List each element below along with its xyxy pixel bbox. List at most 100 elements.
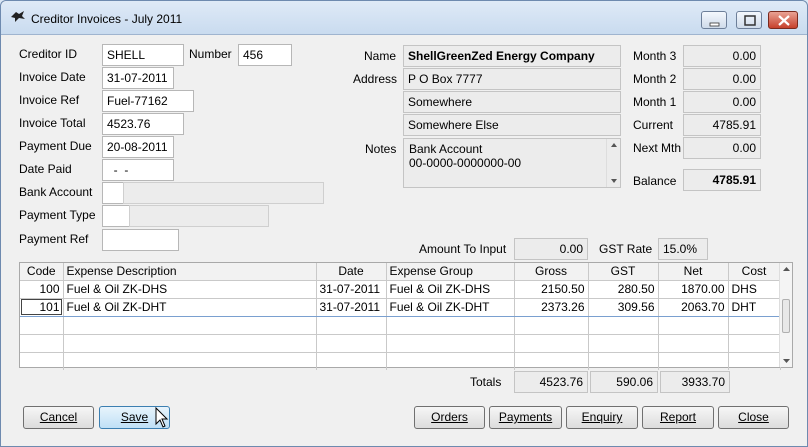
notes-line2: 00-0000-0000000-00 bbox=[409, 156, 522, 170]
payment-ref-label: Payment Ref bbox=[19, 232, 89, 246]
creditor-name-field: ShellGreenZed Energy Company bbox=[403, 45, 621, 67]
cell-date[interactable]: 31-07-2011 bbox=[316, 280, 387, 299]
col-header-code[interactable]: Code bbox=[20, 263, 64, 281]
cell-code[interactable]: 100 bbox=[20, 280, 64, 299]
cell-cost[interactable]: DHS bbox=[728, 280, 781, 299]
invoice-total-field[interactable]: 4523.76 bbox=[102, 113, 184, 135]
scroll-up-icon[interactable] bbox=[783, 267, 790, 271]
expense-grid[interactable]: Code Expense Description Date Expense Gr… bbox=[19, 262, 793, 370]
cell-group[interactable]: Fuel & Oil ZK-DHT bbox=[386, 297, 515, 317]
maximize-button[interactable] bbox=[736, 11, 762, 29]
cell-code[interactable]: 101 bbox=[20, 297, 64, 317]
payments-button[interactable]: Payments bbox=[489, 406, 562, 429]
cell-gst[interactable]: 309.56 bbox=[588, 297, 659, 317]
notes-field[interactable]: Bank Account 00-0000-0000000-00 bbox=[403, 138, 621, 188]
total-gst-value: 590.06 bbox=[590, 371, 658, 393]
cell-net[interactable]: 2063.70 bbox=[658, 297, 729, 317]
enquiry-button-label: Enquiry bbox=[581, 410, 623, 424]
bank-account-code-field[interactable] bbox=[102, 182, 124, 204]
cell-net[interactable]: 1870.00 bbox=[658, 280, 729, 299]
scroll-thumb[interactable] bbox=[782, 299, 790, 333]
cell-group[interactable]: Fuel & Oil ZK-DHS bbox=[386, 280, 515, 299]
scroll-down-icon[interactable] bbox=[783, 359, 790, 363]
cell-gross[interactable]: 2150.50 bbox=[514, 280, 589, 299]
orders-button[interactable]: Orders bbox=[414, 406, 485, 429]
bank-account-label: Bank Account bbox=[19, 185, 93, 199]
name-label: Name bbox=[364, 49, 397, 63]
close-button[interactable]: Close bbox=[718, 406, 789, 429]
save-button-label: Save bbox=[120, 410, 149, 424]
cell-description[interactable]: Fuel & Oil ZK-DHT bbox=[63, 297, 317, 317]
expense-table: Code Expense Description Date Expense Gr… bbox=[20, 263, 781, 370]
minimize-icon bbox=[709, 22, 720, 27]
month2-label: Month 2 bbox=[633, 72, 677, 86]
invoice-total-label: Invoice Total bbox=[19, 116, 86, 130]
col-header-gst[interactable]: GST bbox=[588, 263, 659, 281]
month3-value: 0.00 bbox=[683, 45, 761, 67]
invoice-date-field[interactable]: 31-07-2011 bbox=[102, 67, 174, 89]
scroll-up-icon[interactable] bbox=[611, 143, 617, 147]
date-paid-label: Date Paid bbox=[19, 162, 72, 176]
current-label: Current bbox=[633, 118, 674, 132]
month1-value: 0.00 bbox=[683, 91, 761, 113]
balance-value: 4785.91 bbox=[683, 169, 761, 191]
report-button[interactable]: Report bbox=[642, 406, 714, 429]
address-line3-field: Somewhere Else bbox=[403, 114, 621, 136]
payment-type-code-field[interactable] bbox=[102, 205, 130, 227]
col-header-net[interactable]: Net bbox=[658, 263, 729, 281]
notes-scrollbar[interactable] bbox=[606, 139, 620, 187]
current-value: 4785.91 bbox=[683, 114, 761, 136]
cell-description[interactable]: Fuel & Oil ZK-DHS bbox=[63, 280, 317, 299]
payment-ref-field[interactable] bbox=[102, 229, 179, 251]
close-window-button[interactable] bbox=[768, 11, 798, 29]
table-row-empty[interactable] bbox=[20, 334, 781, 353]
scroll-down-icon[interactable] bbox=[611, 179, 617, 183]
maximize-icon bbox=[744, 15, 756, 26]
window-title: Creditor Invoices - July 2011 bbox=[31, 12, 183, 26]
table-row-selected[interactable]: 101 Fuel & Oil ZK-DHT 31-07-2011 Fuel & … bbox=[20, 297, 781, 317]
col-header-gross[interactable]: Gross bbox=[514, 263, 589, 281]
close-icon bbox=[778, 15, 790, 26]
next-month-label: Next Mth bbox=[633, 141, 682, 155]
creditor-id-label: Creditor ID bbox=[19, 47, 78, 61]
invoice-ref-label: Invoice Ref bbox=[19, 93, 80, 107]
date-paid-field[interactable]: - - bbox=[102, 159, 174, 181]
invoice-ref-field[interactable]: Fuel-77162 bbox=[102, 90, 194, 112]
cell-gst[interactable]: 280.50 bbox=[588, 280, 659, 299]
month2-value: 0.00 bbox=[683, 68, 761, 90]
payments-button-label: Payments bbox=[498, 410, 553, 424]
number-label: Number bbox=[189, 47, 232, 61]
cell-date[interactable]: 31-07-2011 bbox=[316, 297, 387, 317]
payment-due-field[interactable]: 20-08-2011 bbox=[102, 136, 174, 158]
cell-cost[interactable]: DHT bbox=[728, 297, 781, 317]
close-button-label: Close bbox=[738, 410, 769, 424]
amount-to-input-label: Amount To Input bbox=[419, 242, 507, 256]
total-net-value: 3933.70 bbox=[660, 371, 730, 393]
total-gross-value: 4523.76 bbox=[514, 371, 588, 393]
grid-header-row: Code Expense Description Date Expense Gr… bbox=[20, 263, 781, 281]
totals-label: Totals bbox=[470, 375, 502, 389]
notes-label: Notes bbox=[365, 142, 397, 156]
col-header-cost[interactable]: Cost bbox=[728, 263, 781, 281]
orders-button-label: Orders bbox=[431, 410, 468, 424]
enquiry-button[interactable]: Enquiry bbox=[566, 406, 638, 429]
number-field[interactable]: 456 bbox=[238, 44, 292, 66]
table-row-empty[interactable] bbox=[20, 316, 781, 335]
report-button-label: Report bbox=[659, 410, 697, 424]
col-header-date[interactable]: Date bbox=[316, 263, 387, 281]
grid-scrollbar[interactable] bbox=[779, 263, 792, 367]
col-header-description[interactable]: Expense Description bbox=[63, 263, 317, 281]
cell-gross[interactable]: 2373.26 bbox=[514, 297, 589, 317]
balance-label: Balance bbox=[633, 174, 677, 188]
title-bar: Creditor Invoices - July 2011 bbox=[1, 1, 807, 35]
col-header-group[interactable]: Expense Group bbox=[386, 263, 515, 281]
payment-due-label: Payment Due bbox=[19, 139, 92, 153]
cancel-button[interactable]: Cancel bbox=[23, 406, 94, 429]
next-month-value: 0.00 bbox=[683, 137, 761, 159]
table-row[interactable]: 100 Fuel & Oil ZK-DHS 31-07-2011 Fuel & … bbox=[20, 280, 781, 299]
creditor-id-field[interactable]: SHELL bbox=[102, 44, 184, 66]
minimize-button[interactable] bbox=[701, 11, 727, 29]
table-row-empty[interactable] bbox=[20, 352, 781, 370]
month3-label: Month 3 bbox=[633, 49, 677, 63]
gst-rate-label: GST Rate bbox=[599, 242, 653, 256]
